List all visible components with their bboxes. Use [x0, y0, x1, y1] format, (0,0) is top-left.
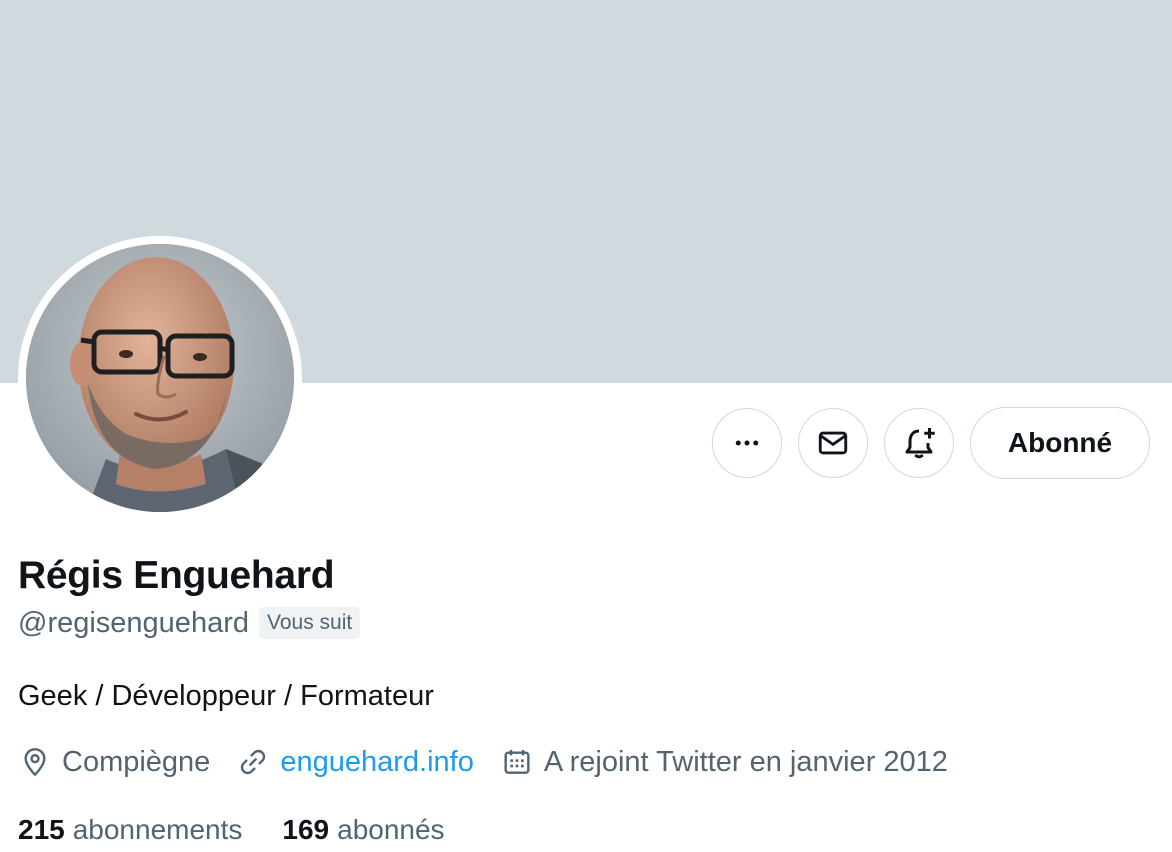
- envelope-icon: [818, 431, 848, 455]
- display-name: Régis Enguehard: [18, 554, 335, 597]
- avatar-portrait-image: [26, 244, 294, 512]
- joined-item: A rejoint Twitter en janvier 2012: [500, 740, 948, 784]
- follow-stats: 215 abonnements 169 abonnés: [18, 810, 485, 850]
- profile-actions: Abonné: [712, 407, 1150, 479]
- profile-page: Abonné Régis Enguehard @regisenguehard V…: [0, 0, 1172, 852]
- handle-row: @regisenguehard Vous suit: [18, 603, 361, 643]
- link-icon: [236, 745, 270, 779]
- followers-stat[interactable]: 169 abonnés: [282, 810, 444, 850]
- username-handle: @regisenguehard: [18, 607, 249, 639]
- bell-plus-icon: [905, 428, 935, 459]
- website-link[interactable]: enguehard.info: [280, 740, 474, 784]
- more-button[interactable]: [712, 408, 782, 478]
- following-stat[interactable]: 215 abonnements: [18, 810, 242, 850]
- following-button[interactable]: Abonné: [970, 407, 1150, 479]
- avatar[interactable]: [26, 244, 294, 512]
- profile-bio: Geek / Développeur / Formateur: [18, 680, 434, 712]
- notifications-button[interactable]: [884, 408, 954, 478]
- website-item: enguehard.info: [236, 740, 474, 784]
- following-count: 215: [18, 814, 65, 845]
- profile-meta: Compiègne enguehard.info A rejoint Twitt…: [18, 740, 974, 784]
- follows-you-badge: Vous suit: [258, 607, 361, 639]
- joined-text: A rejoint Twitter en janvier 2012: [543, 746, 948, 778]
- location-pin-icon: [18, 745, 52, 779]
- followers-label: abonnés: [337, 814, 445, 845]
- more-horizontal-icon: [735, 440, 759, 446]
- calendar-icon: [500, 745, 534, 779]
- location-text: Compiègne: [62, 746, 211, 778]
- message-button[interactable]: [798, 408, 868, 478]
- followers-count: 169: [282, 814, 330, 845]
- following-label: abonnements: [72, 814, 243, 845]
- location-item: Compiègne: [18, 740, 210, 784]
- avatar-ring: [18, 236, 302, 520]
